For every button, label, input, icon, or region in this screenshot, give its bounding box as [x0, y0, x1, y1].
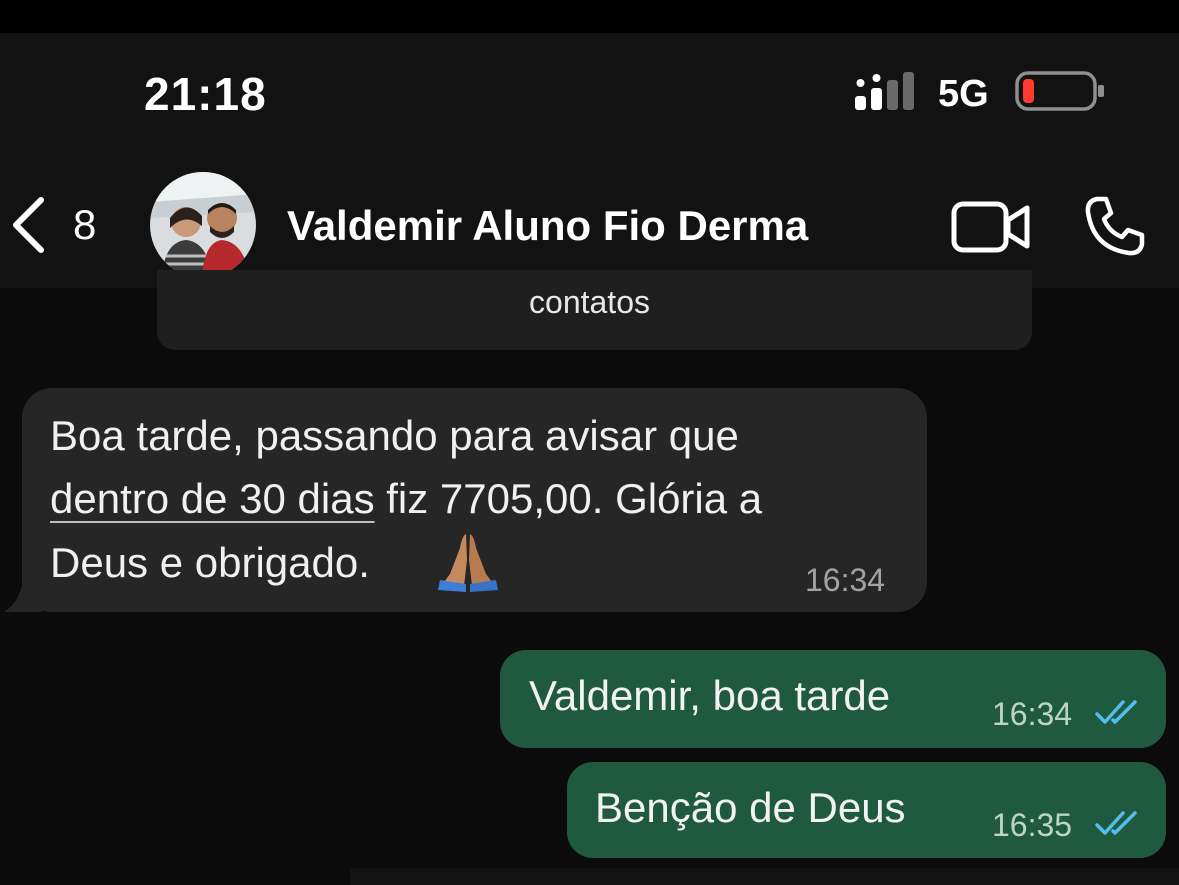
battery-low-icon: [1015, 71, 1104, 111]
cellular-signal-icon: [855, 72, 914, 110]
contact-avatar[interactable]: [150, 172, 256, 278]
message-time: 16:35: [992, 807, 1073, 843]
network-type: 5G: [938, 73, 989, 115]
unread-count[interactable]: 8: [73, 201, 96, 249]
contact-name[interactable]: Valdemir Aluno Fio Derma: [287, 202, 808, 250]
top-black-band: [0, 0, 1179, 33]
message-line: Deus e obrigado.: [50, 539, 370, 586]
message-line: dentro de 30 dias fiz 7705,00. Glória a: [50, 475, 762, 523]
status-time: 21:18: [144, 68, 267, 120]
message-line-rest: fiz 7705,00. Glória a: [374, 475, 763, 522]
system-message-text: contatos: [529, 284, 650, 320]
back-chevron-icon[interactable]: [8, 196, 48, 254]
message-text: Valdemir, boa tarde: [529, 672, 891, 719]
video-call-icon[interactable]: [950, 198, 1032, 256]
read-ticks-icon: [1095, 700, 1137, 724]
read-ticks-icon: [1095, 811, 1137, 835]
message-time: 16:34: [992, 696, 1073, 732]
message-text: Benção de Deus: [595, 784, 906, 831]
message-time: 16:34: [805, 562, 886, 598]
phone-call-icon[interactable]: [1083, 194, 1147, 258]
next-message-edge: [350, 868, 1179, 885]
message-line: Boa tarde, passando para avisar que: [50, 412, 739, 459]
date-link[interactable]: dentro de 30 dias: [50, 475, 375, 522]
folded-hands-emoji: [438, 534, 498, 592]
